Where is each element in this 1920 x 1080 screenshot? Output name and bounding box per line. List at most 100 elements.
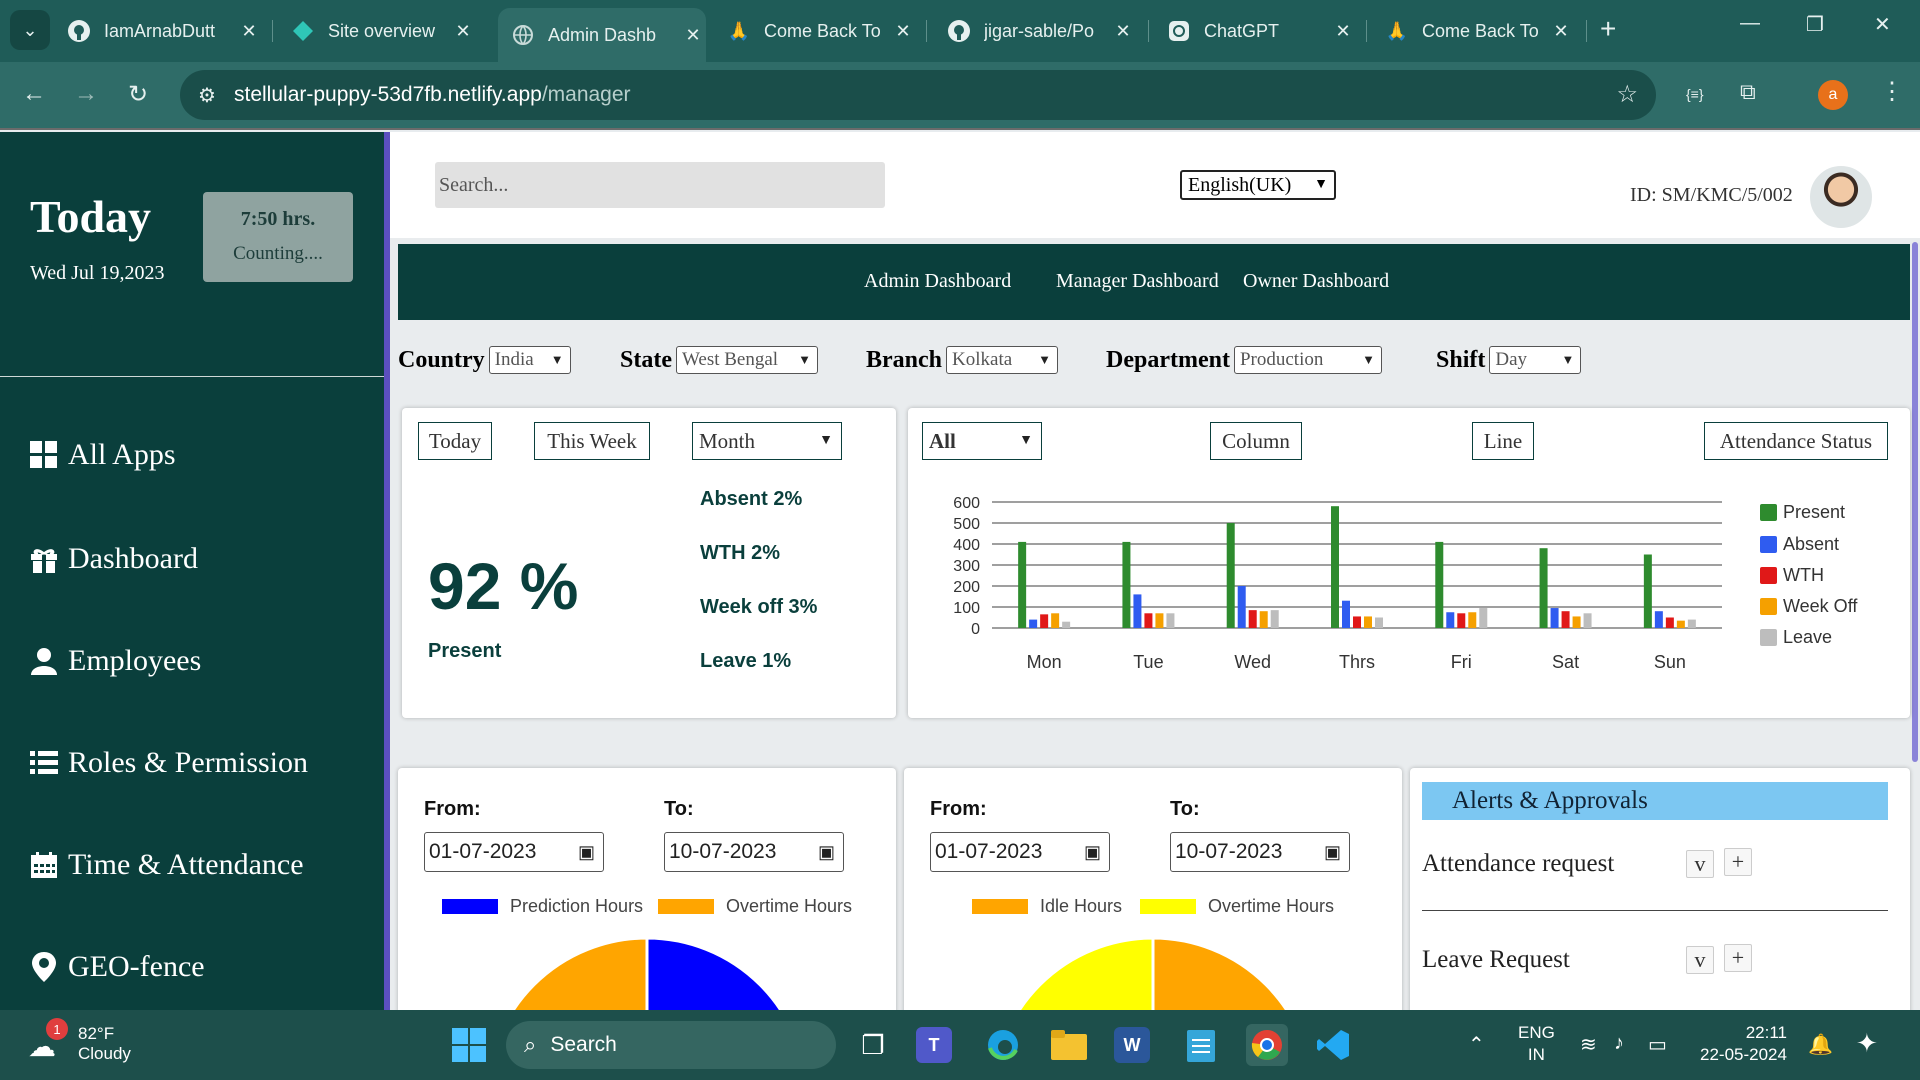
search-input[interactable]: [435, 162, 885, 208]
attendance-request-expand-button[interactable]: v: [1686, 850, 1714, 878]
tab-owner-dashboard[interactable]: Owner Dashboard: [1243, 270, 1389, 293]
new-tab-plus-icon[interactable]: +: [1600, 14, 1616, 44]
kebab-menu-icon[interactable]: ⋮: [1880, 77, 1904, 106]
legend-swatch: [1760, 504, 1777, 521]
sidebar-item-dashboard[interactable]: Dashboard: [30, 542, 198, 576]
address-bar[interactable]: ⚙ stellular-puppy-53d7fb.netlify.app/man…: [180, 70, 1656, 120]
volume-icon[interactable]: ♪: [1614, 1032, 1624, 1055]
browser-tab-3-active[interactable]: Admin Dashb ✕: [498, 8, 706, 62]
wifi-icon[interactable]: ≋: [1580, 1032, 1597, 1057]
browser-tab-4[interactable]: 🙏 Come Back To ✕: [726, 10, 916, 52]
browser-tab-6[interactable]: ChatGPT ✕: [1166, 10, 1356, 52]
sidebar-item-employees[interactable]: Employees: [30, 644, 201, 678]
bar-wth: [1040, 614, 1049, 628]
attendance-request-add-button[interactable]: +: [1724, 848, 1752, 876]
to-date-input[interactable]: 10-07-2023 ▣: [664, 832, 844, 872]
from-date-input[interactable]: 01-07-2023 ▣: [930, 832, 1110, 872]
teams-icon[interactable]: T: [916, 1027, 952, 1063]
x-tick-label: Thrs: [1339, 652, 1375, 672]
weather-widget[interactable]: ☁ 1 82°F Cloudy: [28, 1018, 131, 1064]
chart-line-button[interactable]: Line: [1472, 422, 1534, 460]
sidebar-item-geo-fence[interactable]: GEO-fence: [30, 950, 205, 984]
y-tick-label: 300: [953, 558, 980, 575]
legend-absent: Absent: [1760, 534, 1839, 555]
notification-bell-icon[interactable]: 🔔: [1808, 1032, 1833, 1057]
tab-manager-dashboard[interactable]: Manager Dashboard: [1056, 270, 1219, 293]
close-icon[interactable]: ✕: [680, 25, 706, 46]
windows-start-icon[interactable]: [448, 1024, 490, 1066]
shift-select[interactable]: Day ▼: [1489, 346, 1582, 374]
restore-icon[interactable]: ❐: [1806, 12, 1824, 37]
window-close-icon[interactable]: ✕: [1874, 12, 1891, 37]
browser-tab-1[interactable]: IamArnabDutt ✕: [66, 10, 262, 52]
site-settings-icon[interactable]: ⚙: [198, 83, 216, 108]
language-select[interactable]: English(UK) ▼: [1180, 170, 1336, 200]
edge-icon[interactable]: [982, 1024, 1024, 1066]
sidebar-item-all-apps[interactable]: All Apps: [30, 438, 176, 472]
bookmark-star-icon[interactable]: ☆: [1616, 80, 1638, 109]
close-icon[interactable]: ✕: [1330, 21, 1356, 42]
browser-tab-5[interactable]: jigar-sable/Po ✕: [946, 10, 1136, 52]
extensions-puzzle-icon[interactable]: ⧉: [1740, 79, 1756, 105]
chrome-icon[interactable]: [1246, 1024, 1288, 1066]
file-explorer-icon[interactable]: [1048, 1024, 1090, 1066]
notepad-icon[interactable]: [1180, 1024, 1222, 1066]
sidebar-item-time-attendance[interactable]: Time & Attendance: [30, 848, 304, 882]
browser-tab-7[interactable]: 🙏 Come Back To ✕: [1384, 10, 1574, 52]
chart-column-button[interactable]: Column: [1210, 422, 1302, 460]
close-icon[interactable]: ✕: [1548, 21, 1574, 42]
minimize-icon[interactable]: —: [1740, 12, 1760, 35]
leave-request-expand-button[interactable]: v: [1686, 946, 1714, 974]
url-text[interactable]: stellular-puppy-53d7fb.netlify.app/manag…: [234, 83, 631, 107]
close-icon[interactable]: ✕: [1110, 21, 1136, 42]
browser-tab-2[interactable]: Site overview ✕: [290, 10, 476, 52]
period-select[interactable]: Month ▼: [692, 422, 842, 460]
back-arrow-icon[interactable]: ←: [22, 80, 46, 108]
bar-week-off: [1468, 612, 1477, 628]
calendar-icon[interactable]: ▣: [818, 842, 835, 863]
to-date-input[interactable]: 10-07-2023 ▣: [1170, 832, 1350, 872]
legend-overtime-hours: Overtime Hours: [658, 896, 852, 917]
bar-week-off: [1155, 613, 1164, 628]
forward-arrow-icon[interactable]: →: [74, 80, 98, 108]
period-this-week-button[interactable]: This Week: [534, 422, 650, 460]
task-view-icon[interactable]: ❐: [852, 1024, 894, 1066]
battery-icon[interactable]: ▭: [1648, 1032, 1667, 1057]
vscode-icon[interactable]: [1312, 1024, 1354, 1066]
chart-filter-select[interactable]: All ▼: [922, 422, 1042, 460]
bar-absent: [1342, 600, 1350, 628]
close-icon[interactable]: ✕: [450, 21, 476, 42]
grid-icon: [30, 440, 58, 470]
calendar-icon[interactable]: ▣: [578, 842, 595, 863]
branch-select[interactable]: Kolkata ▼: [946, 346, 1059, 374]
reload-icon[interactable]: ↻: [128, 80, 148, 109]
sidebar-item-roles-permission[interactable]: Roles & Permission: [30, 746, 308, 780]
tab-admin-dashboard[interactable]: Admin Dashboard: [864, 270, 1011, 293]
department-select[interactable]: Production ▼: [1233, 346, 1382, 374]
close-icon[interactable]: ✕: [236, 21, 262, 42]
leave-request-add-button[interactable]: +: [1724, 944, 1752, 972]
tab-search-chevron-icon[interactable]: ⌄: [10, 10, 50, 50]
json-extension-icon[interactable]: {≡}: [1686, 86, 1704, 102]
pie-slice-prediction: [645, 936, 783, 1010]
state-select[interactable]: West Bengal ▼: [675, 346, 818, 374]
from-date-input[interactable]: 01-07-2023 ▣: [424, 832, 604, 872]
period-today-button[interactable]: Today: [418, 422, 492, 460]
user-icon: [30, 646, 58, 676]
country-select[interactable]: India ▼: [488, 346, 571, 374]
chevron-down-icon: ▼: [1314, 177, 1328, 192]
chevron-up-icon[interactable]: ⌃: [1468, 1032, 1485, 1057]
page-scrollbar[interactable]: [1912, 242, 1918, 762]
chevron-down-icon: ▼: [550, 352, 564, 367]
calendar-icon[interactable]: ▣: [1084, 842, 1101, 863]
language-indicator[interactable]: ENG IN: [1518, 1022, 1555, 1066]
close-icon[interactable]: ✕: [890, 21, 916, 42]
profile-avatar[interactable]: a: [1818, 80, 1848, 110]
system-clock[interactable]: 22:11 22-05-2024: [1700, 1022, 1787, 1066]
calendar-icon[interactable]: ▣: [1324, 842, 1341, 863]
attendance-status-button[interactable]: Attendance Status: [1704, 422, 1888, 460]
taskbar-search[interactable]: ⌕ Search: [506, 1021, 836, 1069]
copilot-icon[interactable]: ✦: [1856, 1028, 1878, 1059]
user-avatar[interactable]: [1808, 164, 1874, 230]
word-icon[interactable]: W: [1114, 1027, 1150, 1063]
